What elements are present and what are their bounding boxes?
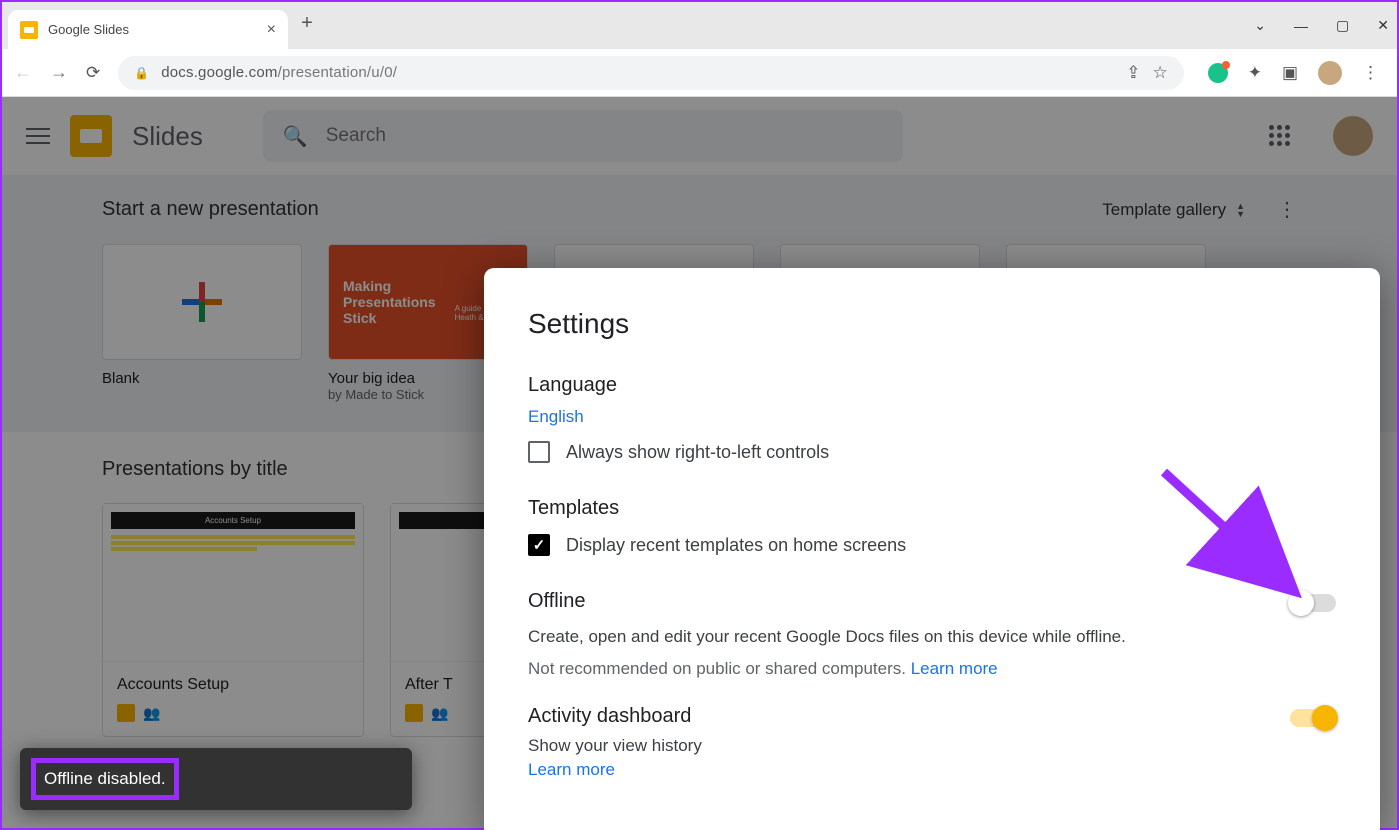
share-icon[interactable]: ⇪: [1126, 63, 1140, 83]
reload-button[interactable]: ⟳: [86, 63, 100, 83]
offline-heading: Offline: [528, 590, 1290, 613]
maximize-button[interactable]: ▢: [1336, 17, 1349, 34]
back-button[interactable]: ←: [14, 62, 32, 83]
activity-learn-more-link[interactable]: Learn more: [528, 760, 615, 780]
url-text: docs.google.com/presentation/u/0/: [161, 64, 397, 81]
extensions-icon[interactable]: ✦: [1248, 63, 1262, 83]
toast: Offline disabled.: [20, 748, 412, 810]
rtl-checkbox[interactable]: [528, 441, 550, 463]
new-tab-button[interactable]: +: [288, 12, 326, 39]
toast-message: Offline disabled.: [44, 769, 166, 788]
close-window-button[interactable]: ✕: [1377, 17, 1389, 34]
browser-tab[interactable]: Google Slides ×: [8, 10, 288, 49]
language-heading: Language: [528, 374, 1336, 397]
templates-heading: Templates: [528, 497, 1336, 520]
close-tab-icon[interactable]: ×: [267, 21, 276, 39]
profile-avatar-small[interactable]: [1318, 61, 1342, 85]
templates-label: Display recent templates on home screens: [566, 535, 906, 556]
rtl-label: Always show right-to-left controls: [566, 442, 829, 463]
offline-learn-more-link[interactable]: Learn more: [911, 659, 998, 678]
titlebar: Google Slides × + ⌄ — ▢ ✕: [2, 2, 1397, 49]
url-field[interactable]: 🔒 docs.google.com/presentation/u/0/ ⇪ ☆: [118, 56, 1183, 90]
chrome-menu-icon[interactable]: ⋮: [1362, 63, 1379, 83]
activity-heading: Activity dashboard: [528, 705, 1290, 728]
side-panel-icon[interactable]: ▣: [1282, 63, 1298, 83]
offline-note: Not recommended on public or shared comp…: [528, 659, 1290, 679]
tab-title: Google Slides: [48, 22, 257, 37]
address-bar: ← → ⟳ 🔒 docs.google.com/presentation/u/0…: [2, 49, 1397, 97]
slides-favicon: [20, 21, 38, 39]
grammarly-extension-icon[interactable]: [1208, 63, 1228, 83]
forward-button[interactable]: →: [50, 62, 68, 83]
minimize-button[interactable]: —: [1294, 18, 1308, 34]
settings-dialog: Settings Language English Always show ri…: [484, 268, 1380, 830]
offline-description: Create, open and edit your recent Google…: [528, 627, 1290, 647]
bookmark-icon[interactable]: ☆: [1152, 63, 1167, 83]
chevron-down-icon[interactable]: ⌄: [1254, 17, 1266, 34]
language-link[interactable]: English: [528, 407, 584, 427]
offline-toggle[interactable]: [1290, 594, 1336, 612]
lock-icon: 🔒: [134, 66, 149, 80]
activity-description: Show your view history: [528, 736, 1290, 756]
dialog-title: Settings: [528, 308, 1336, 340]
templates-checkbox[interactable]: [528, 534, 550, 556]
activity-toggle[interactable]: [1290, 709, 1336, 727]
